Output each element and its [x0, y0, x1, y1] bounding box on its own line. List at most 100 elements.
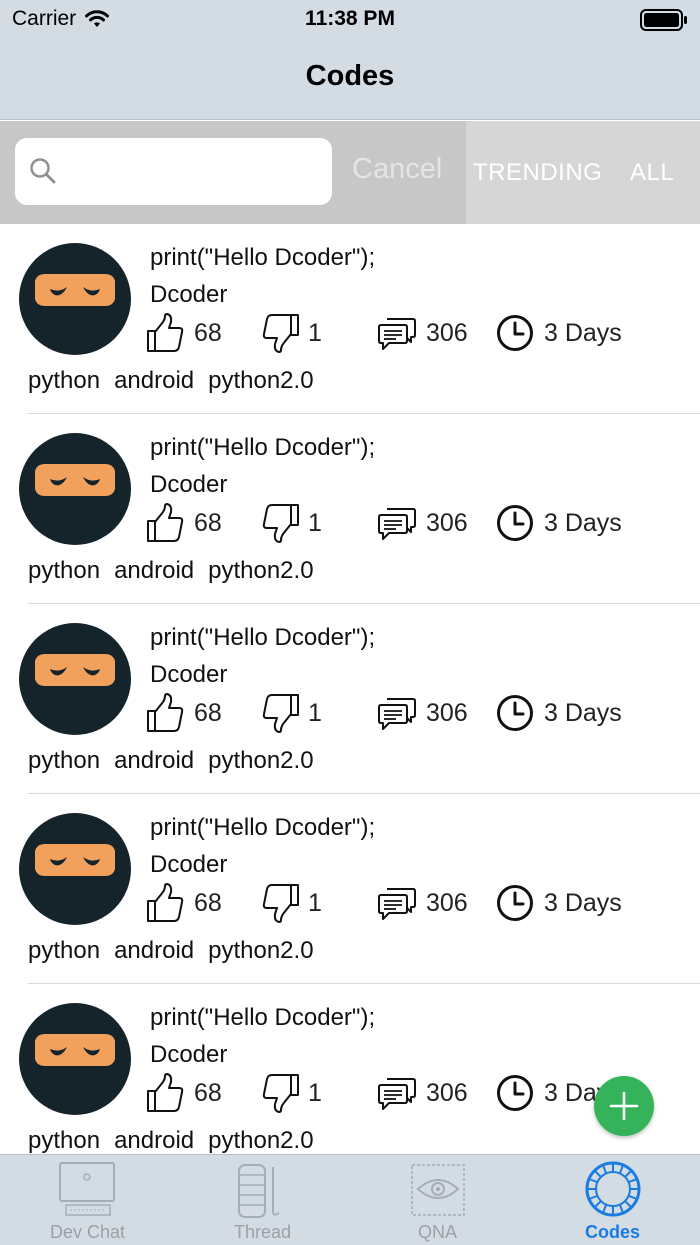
like-count: 68 — [194, 318, 222, 347]
tab-label: Dev Chat — [49, 1222, 126, 1242]
thumbs-up-icon — [147, 1073, 184, 1112]
post-age: 3 Days — [496, 502, 622, 544]
search-input[interactable] — [15, 138, 332, 205]
cancel-button[interactable]: Cancel — [352, 153, 442, 186]
status-bar: Carrier 11:38 PM — [0, 0, 700, 40]
segment-control: TRENDING ALL — [466, 121, 700, 224]
post-age-label: 3 Days — [544, 508, 622, 537]
post-age: 3 Days — [496, 312, 622, 354]
list-item[interactable]: print("Hello Dcoder"); Dcoder 68 1 306 3… — [0, 224, 700, 414]
tag-label[interactable]: android — [114, 937, 194, 965]
post-stats: 68 1 306 3 Days — [146, 312, 686, 354]
tag-label[interactable]: python — [28, 367, 100, 395]
list-item[interactable]: print("Hello Dcoder"); Dcoder 68 1 306 3… — [0, 414, 700, 604]
comment-count: 306 — [426, 1078, 468, 1107]
dislike-count: 1 — [308, 318, 322, 347]
code-title: print("Hello Dcoder"); — [150, 244, 376, 271]
tag-list: python android python2.0 — [28, 557, 314, 585]
like-count: 68 — [194, 1078, 222, 1107]
search-bar: Cancel TRENDING ALL — [0, 121, 700, 224]
clock-icon — [497, 505, 533, 541]
tag-label[interactable]: android — [114, 557, 194, 585]
code-title: print("Hello Dcoder"); — [150, 624, 376, 651]
code-title: print("Hello Dcoder"); — [150, 1004, 376, 1031]
comment-count: 306 — [426, 698, 468, 727]
like-button[interactable]: 68 — [146, 882, 222, 924]
navigation-bar: Codes — [0, 40, 700, 120]
clock-icon — [497, 695, 533, 731]
ninja-avatar — [19, 1003, 131, 1115]
computer-icon — [59, 1162, 115, 1216]
like-button[interactable]: 68 — [146, 692, 222, 734]
tab-dev-chat[interactable]: Dev Chat — [0, 1155, 175, 1245]
like-button[interactable]: 68 — [146, 312, 222, 354]
thumbs-up-icon — [147, 693, 184, 732]
tag-label[interactable]: python2.0 — [208, 1127, 313, 1154]
code-title: print("Hello Dcoder"); — [150, 434, 376, 461]
post-stats: 68 1 306 3 Days — [146, 692, 686, 734]
dislike-button[interactable]: 1 — [262, 1072, 322, 1114]
thumbs-down-icon — [262, 884, 299, 923]
tag-label[interactable]: python — [28, 1127, 100, 1154]
clock-icon — [497, 885, 533, 921]
like-button[interactable]: 68 — [146, 1072, 222, 1114]
ninja-avatar — [19, 433, 131, 545]
post-age: 3 Days — [496, 692, 622, 734]
tag-label[interactable]: python2.0 — [208, 747, 313, 775]
like-count: 68 — [194, 508, 222, 537]
tag-label[interactable]: python — [28, 557, 100, 585]
like-button[interactable]: 68 — [146, 502, 222, 544]
segment-all[interactable]: ALL — [630, 159, 674, 187]
dislike-button[interactable]: 1 — [262, 502, 322, 544]
thumbs-down-icon — [262, 314, 299, 353]
tag-label[interactable]: python2.0 — [208, 367, 313, 395]
dislike-button[interactable]: 1 — [262, 692, 322, 734]
dislike-button[interactable]: 1 — [262, 312, 322, 354]
code-title: print("Hello Dcoder"); — [150, 814, 376, 841]
tag-label[interactable]: python — [28, 937, 100, 965]
tab-thread[interactable]: Thread — [175, 1155, 350, 1245]
ninja-avatar — [19, 623, 131, 735]
comments-icon — [378, 888, 416, 920]
dislike-button[interactable]: 1 — [262, 882, 322, 924]
tag-label[interactable]: python — [28, 747, 100, 775]
author-name: Dcoder — [150, 471, 228, 498]
post-age: 3 Days — [496, 882, 622, 924]
tab-label: Codes — [584, 1222, 640, 1242]
comments-button[interactable]: 306 — [378, 1072, 468, 1114]
post-stats: 68 1 306 3 Days — [146, 882, 686, 924]
ninja-avatar — [19, 813, 131, 925]
list-item[interactable]: print("Hello Dcoder"); Dcoder 68 1 306 3… — [0, 984, 700, 1154]
add-code-button[interactable] — [594, 1076, 654, 1136]
code-list: print("Hello Dcoder"); Dcoder 68 1 306 3… — [0, 224, 700, 1154]
post-age-label: 3 Days — [544, 698, 622, 727]
comments-icon — [378, 1078, 416, 1110]
tab-codes[interactable]: Codes — [525, 1155, 700, 1245]
tag-label[interactable]: android — [114, 747, 194, 775]
tab-qna[interactable]: QNA — [350, 1155, 525, 1245]
comments-button[interactable]: 306 — [378, 502, 468, 544]
list-item[interactable]: print("Hello Dcoder"); Dcoder 68 1 306 3… — [0, 794, 700, 984]
thread-icon — [238, 1164, 280, 1218]
codes-icon — [585, 1161, 641, 1217]
tab-label: Thread — [233, 1222, 292, 1242]
list-item[interactable]: print("Hello Dcoder"); Dcoder 68 1 306 3… — [0, 604, 700, 794]
thumbs-up-icon — [147, 503, 184, 542]
author-name: Dcoder — [150, 661, 228, 688]
thumbs-down-icon — [262, 694, 299, 733]
page-title: Codes — [305, 60, 395, 92]
comment-count: 306 — [426, 888, 468, 917]
tag-label[interactable]: python2.0 — [208, 557, 313, 585]
search-icon — [30, 158, 56, 184]
comment-count: 306 — [426, 508, 468, 537]
tag-label[interactable]: android — [114, 367, 194, 395]
comments-button[interactable]: 306 — [378, 882, 468, 924]
tag-label[interactable]: python2.0 — [208, 937, 313, 965]
comments-button[interactable]: 306 — [378, 312, 468, 354]
comments-button[interactable]: 306 — [378, 692, 468, 734]
thumbs-up-icon — [147, 883, 184, 922]
like-count: 68 — [194, 698, 222, 727]
tag-label[interactable]: android — [114, 1127, 194, 1154]
segment-trending[interactable]: TRENDING — [473, 159, 602, 187]
thumbs-down-icon — [262, 1074, 299, 1113]
